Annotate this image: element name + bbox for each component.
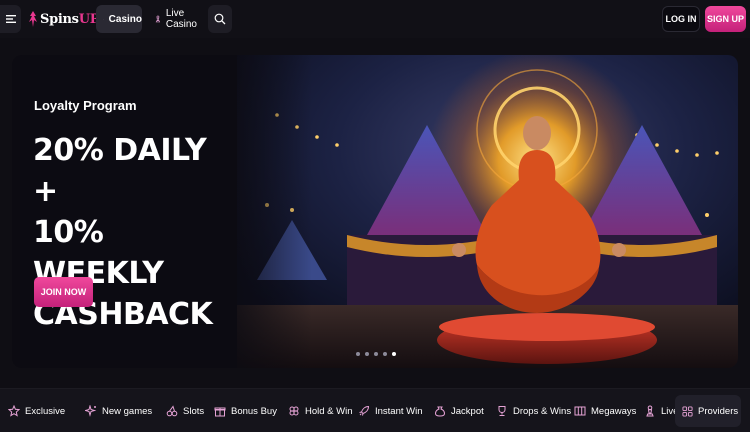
category-hold-win[interactable]: Hold & Win — [288, 395, 353, 427]
providers-button[interactable]: Providers — [675, 395, 741, 427]
cherries-icon — [166, 405, 178, 417]
category-jackpot[interactable]: Jackpot — [434, 395, 484, 427]
category-label: New games — [102, 405, 153, 417]
clover-icon — [289, 406, 299, 416]
hero-kicker: Loyalty Program — [34, 98, 137, 113]
top-bar: SpinsUP! Casino Live Casino LOG IN SIGN … — [0, 0, 750, 38]
category-slots[interactable]: Slots — [166, 395, 205, 427]
providers-label: Providers — [698, 405, 739, 417]
spade-icon — [103, 18, 104, 20]
star-icon — [8, 405, 20, 417]
money-bag-icon — [434, 406, 446, 417]
search-icon — [214, 13, 226, 25]
rocket-icon — [359, 405, 370, 416]
category-instant-win[interactable]: Instant Win — [358, 395, 423, 427]
carousel-dots — [356, 352, 396, 356]
grid-icon — [682, 405, 693, 417]
hero-title-line: 20% DAILY + — [33, 133, 207, 209]
gift-icon — [214, 407, 226, 417]
carousel-dot[interactable] — [374, 352, 378, 356]
category-label: Instant Win — [375, 405, 423, 417]
category-bonus-buy[interactable]: Bonus Buy — [214, 395, 277, 427]
category-bar: Exclusive New games Slots Bonus Buy Hold… — [0, 388, 750, 432]
category-label: Jackpot — [451, 405, 484, 417]
join-now-button[interactable]: JOIN NOW — [34, 277, 93, 307]
category-label: Megaways — [591, 405, 637, 417]
sparkle-icon — [85, 405, 97, 417]
hamburger-icon — [5, 15, 16, 23]
category-drops-wins[interactable]: Drops & Wins — [496, 395, 571, 427]
logo-mark-icon — [29, 11, 37, 27]
signup-button[interactable]: SIGN UP — [705, 6, 746, 32]
carousel-dot-active[interactable] — [392, 352, 396, 356]
carousel-dot[interactable] — [383, 352, 387, 356]
category-new-games[interactable]: New games — [85, 395, 152, 427]
chess-pawn-icon — [155, 15, 161, 23]
carousel-dot[interactable] — [365, 352, 369, 356]
category-label: Slots — [183, 405, 205, 417]
category-label: Bonus Buy — [231, 405, 277, 417]
trophy-icon — [498, 406, 506, 416]
carousel-dot[interactable] — [356, 352, 360, 356]
login-button[interactable]: LOG IN — [662, 6, 700, 32]
category-list: Exclusive New games Slots Bonus Buy Hold… — [8, 395, 711, 427]
logo[interactable]: SpinsUP! — [28, 8, 105, 30]
menu-button[interactable] — [0, 5, 21, 33]
hero-image — [237, 55, 738, 368]
search-button[interactable] — [208, 5, 232, 33]
chess-pawn-icon — [646, 405, 654, 417]
category-exclusive[interactable]: Exclusive — [8, 395, 65, 427]
logo-text: Spins — [40, 11, 79, 27]
category-label: Exclusive — [25, 405, 66, 417]
nav-live-casino[interactable]: Live Casino — [147, 5, 205, 33]
nav-live-casino-label: Live Casino — [165, 8, 197, 30]
nav-casino-label: Casino — [108, 13, 142, 25]
hero-banner[interactable]: Loyalty Program 20% DAILY + 10% WEEKLY C… — [12, 55, 738, 368]
category-label: Drops & Wins — [513, 405, 572, 417]
category-megaways[interactable]: Megaways — [574, 395, 636, 427]
nav-casino[interactable]: Casino — [96, 5, 142, 33]
slot-reels-icon — [574, 406, 586, 416]
category-label: Hold & Win — [305, 405, 353, 417]
